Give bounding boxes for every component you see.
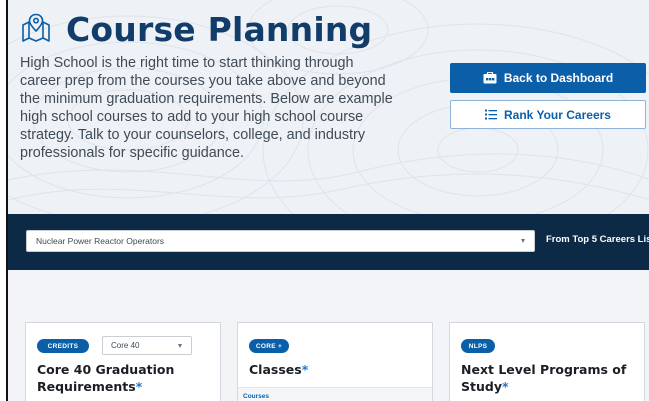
intro-text: High School is the right time to start t… (20, 55, 393, 161)
courses-section: Courses (238, 387, 432, 401)
page-title: Course Planning (66, 10, 373, 49)
nlps-badge: NLPS (461, 339, 495, 353)
back-to-dashboard-label: Back to Dashboard (503, 71, 614, 85)
credits-card: CREDITS Core 40 Core 40 Graduation Requi… (25, 322, 221, 401)
credits-card-title-text: Core 40 Graduation Requirements (37, 362, 175, 394)
career-select-value: Nuclear Power Reactor Operators (36, 236, 165, 246)
required-marker: * (135, 379, 143, 394)
credits-card-title: Core 40 Graduation Requirements* (37, 361, 217, 395)
nlps-card: NLPS Next Level Programs of Study* (449, 322, 645, 401)
core-plus-badge: CORE + (249, 339, 289, 353)
map-pin-icon (20, 12, 52, 48)
app-frame: Course Planning High School is the right… (6, 0, 649, 401)
career-source-label: From Top 5 Careers List (546, 234, 649, 245)
rank-your-careers-button[interactable]: Rank Your Careers (450, 100, 646, 129)
credits-track-select[interactable]: Core 40 (102, 336, 192, 355)
chevron-down-icon (521, 239, 525, 243)
nlps-card-title-text: Next Level Programs of Study (461, 362, 627, 394)
dashboard-icon (483, 72, 497, 84)
ordered-list-icon (485, 109, 498, 120)
credits-badge: CREDITS (37, 339, 89, 353)
core-plus-card: CORE + Classes* Courses (237, 322, 433, 401)
back-to-dashboard-button[interactable]: Back to Dashboard (450, 63, 646, 93)
hero-section: Course Planning High School is the right… (8, 0, 649, 214)
chevron-down-icon (178, 344, 182, 348)
title-row: Course Planning (20, 10, 372, 49)
career-select[interactable]: Nuclear Power Reactor Operators (26, 230, 535, 252)
nlps-card-title: Next Level Programs of Study* (461, 361, 641, 395)
credits-track-value: Core 40 (111, 341, 140, 350)
required-marker: * (501, 379, 509, 394)
core-plus-card-title: Classes* (249, 361, 429, 378)
career-filter-bar: Nuclear Power Reactor Operators From Top… (8, 214, 649, 270)
core-plus-card-title-text: Classes (249, 362, 302, 377)
rank-your-careers-label: Rank Your Careers (504, 107, 611, 122)
required-marker: * (301, 362, 309, 377)
courses-label: Courses (243, 393, 270, 400)
